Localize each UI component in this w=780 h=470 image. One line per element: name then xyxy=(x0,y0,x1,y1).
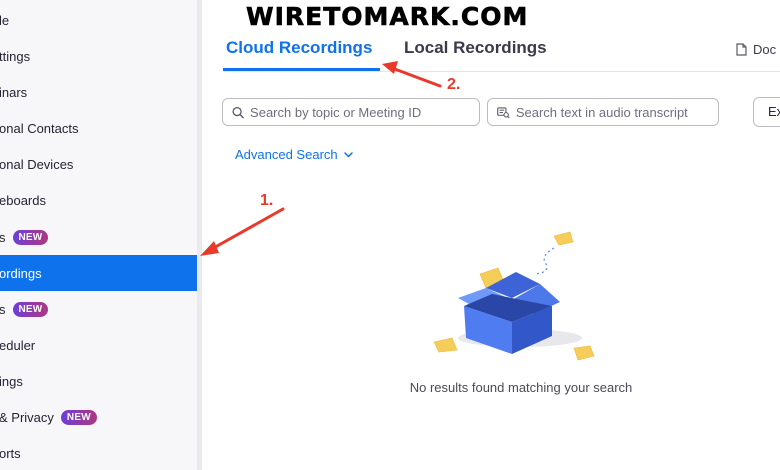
transcript-icon xyxy=(497,106,510,118)
sidebar-item-label: s xyxy=(0,229,6,245)
sidebar-item-meetings[interactable]: ttings xyxy=(0,38,197,74)
sidebar-item-label: s xyxy=(0,301,6,317)
topic-search-field[interactable] xyxy=(222,98,480,126)
tab-cloud-recordings[interactable]: Cloud Recordings xyxy=(226,38,372,58)
sidebar-item-label: onal Contacts xyxy=(0,120,79,136)
new-badge: NEW xyxy=(60,409,97,425)
advanced-search-toggle[interactable]: Advanced Search xyxy=(235,147,353,162)
sidebar-item-scheduler[interactable]: eduler xyxy=(0,327,197,363)
sidebar-item-webinars[interactable]: inars xyxy=(0,74,197,110)
search-icon xyxy=(232,106,244,118)
sidebar-item-recordings[interactable]: ordings xyxy=(0,255,197,291)
sidebar-item-whiteboards[interactable]: eboards xyxy=(0,182,197,218)
new-badge: NEW xyxy=(12,229,49,245)
sidebar-item-personal-contacts[interactable]: onal Contacts xyxy=(0,110,197,146)
empty-state-message: No results found matching your search xyxy=(409,380,633,395)
sidebar-item-label: ings xyxy=(0,373,23,389)
annotation-arrow-2 xyxy=(382,61,442,88)
chevron-down-icon xyxy=(343,151,353,157)
document-link-label: Doc xyxy=(753,42,777,57)
sidebar-item-label: eboards xyxy=(0,192,46,208)
watermark-text: WIRETOMARK.COM xyxy=(246,2,529,32)
sidebar-item-label: ordings xyxy=(0,265,42,281)
annotation-label-2: 2. xyxy=(447,76,461,93)
transcript-search-field[interactable] xyxy=(487,98,719,126)
empty-box-illustration xyxy=(433,231,595,361)
document-icon xyxy=(736,43,747,56)
advanced-search-label: Advanced Search xyxy=(235,147,338,162)
export-button[interactable]: Ex xyxy=(753,97,780,127)
document-link[interactable]: Doc xyxy=(736,42,776,57)
sidebar-item-label: & Privacy xyxy=(0,409,54,425)
sidebar-item-label: le xyxy=(0,12,10,28)
annotation-label-1: 1. xyxy=(260,192,274,209)
tab-local-recordings[interactable]: Local Recordings xyxy=(404,38,547,58)
sidebar-item-label: onal Devices xyxy=(0,156,74,172)
topic-search-input[interactable] xyxy=(250,104,479,120)
sidebar-divider xyxy=(197,0,202,470)
sidebar-item-label: ttings xyxy=(0,48,31,64)
transcript-search-input[interactable] xyxy=(515,104,718,120)
sidebar-item-personal-devices[interactable]: onal Devices xyxy=(0,146,197,182)
annotation-arrow-1 xyxy=(200,207,285,256)
sidebar-item-settings[interactable]: ings xyxy=(0,363,197,399)
sidebar-item-profile[interactable]: le xyxy=(0,2,197,38)
sidebar-item-label: eduler xyxy=(0,337,36,353)
sidebar-item-data-privacy[interactable]: & Privacy NEW xyxy=(0,399,197,435)
sidebar: le ttings inars onal Contacts onal Devic… xyxy=(0,0,197,470)
sidebar-item-label: orts xyxy=(0,445,21,461)
tabs-divider xyxy=(223,71,780,72)
sidebar-item-clips[interactable]: s NEW xyxy=(0,291,197,327)
sidebar-item-reports[interactable]: orts xyxy=(0,435,197,470)
sidebar-item-notes[interactable]: s NEW xyxy=(0,219,197,255)
new-badge: NEW xyxy=(12,301,49,317)
sidebar-item-label: inars xyxy=(0,84,28,100)
